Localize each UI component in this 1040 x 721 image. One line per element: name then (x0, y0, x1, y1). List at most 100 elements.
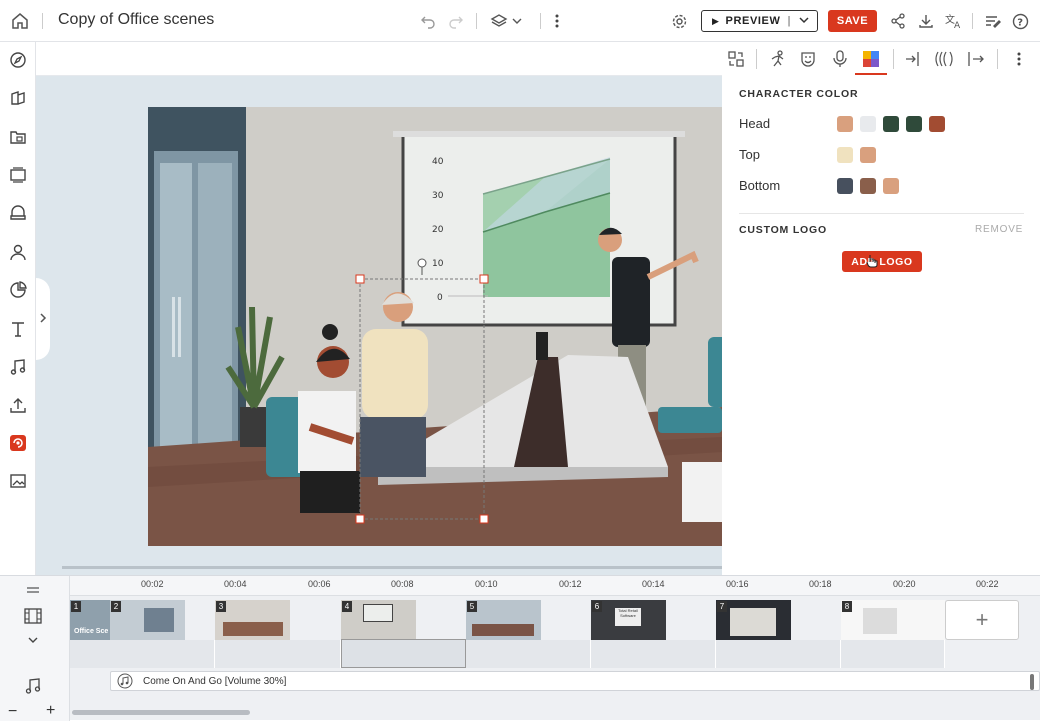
scene-canvas[interactable]: 40 30 20 10 0 (148, 107, 722, 546)
media-folder-icon[interactable] (5, 124, 31, 150)
expand-panel-tab[interactable] (36, 278, 50, 360)
redo-icon[interactable] (444, 9, 468, 33)
notes-icon[interactable] (980, 9, 1004, 33)
canvas-scrollbar[interactable] (62, 566, 722, 569)
head-color-swatch[interactable] (883, 116, 899, 132)
action-running-icon[interactable] (766, 48, 788, 70)
remove-logo-button[interactable]: REMOVE (975, 224, 1023, 235)
divider (997, 49, 998, 69)
scene-duration-bar[interactable] (591, 640, 716, 668)
ruler-tick-label: 00:22 (976, 579, 999, 589)
divider (476, 13, 477, 29)
undo-icon[interactable] (416, 9, 440, 33)
head-color-swatch[interactable] (929, 116, 945, 132)
download-icon[interactable] (914, 9, 938, 33)
ruler-tick-label: 00:20 (893, 579, 916, 589)
scene-thumbnail[interactable]: 7 (716, 600, 791, 640)
divider: | (787, 15, 792, 27)
compass-icon[interactable] (5, 47, 31, 73)
gear-icon[interactable] (667, 9, 691, 33)
save-button[interactable]: SAVE (828, 10, 877, 32)
divider (540, 13, 541, 29)
chevron-down-icon[interactable] (799, 15, 809, 27)
character-icon[interactable] (5, 239, 31, 265)
zoom-out-button[interactable]: − (8, 703, 17, 721)
add-logo-button[interactable]: ADD LOGO (842, 251, 922, 272)
scene-number: 5 (467, 601, 477, 612)
scenes-icon[interactable] (5, 162, 31, 188)
templates-icon[interactable] (5, 85, 31, 111)
bottom-color-swatch[interactable] (837, 178, 853, 194)
scene-thumbnail[interactable]: 3 (215, 600, 290, 640)
zoom-in-button[interactable]: + (46, 702, 55, 720)
add-scene-button[interactable]: + (945, 600, 1019, 640)
character-color-icon[interactable] (860, 48, 882, 70)
chevron-right-icon (39, 312, 47, 326)
expression-face-icon[interactable] (797, 48, 819, 70)
motion-path-icon[interactable] (933, 48, 955, 70)
scene-thumbnail[interactable]: 2 (110, 600, 185, 640)
timeline: − + 00:02 00:04 00:06 00:08 00:10 00:12 … (0, 575, 1040, 721)
chevron-down-icon[interactable] (28, 631, 38, 649)
divider (756, 49, 757, 69)
collapse-timeline-icon[interactable] (26, 580, 40, 598)
brand-icon[interactable] (5, 430, 31, 456)
more-vertical-icon[interactable] (1008, 48, 1030, 70)
svg-text:A: A (954, 21, 961, 29)
preview-button[interactable]: ▶ PREVIEW | (701, 10, 818, 32)
hand-cursor-icon (866, 254, 878, 273)
time-ruler[interactable]: 00:02 00:04 00:06 00:08 00:10 00:12 00:1… (70, 576, 1040, 596)
scene-duration-bar[interactable] (341, 639, 466, 668)
upload-icon[interactable] (5, 392, 31, 418)
divider (42, 13, 43, 29)
play-icon: ▶ (712, 15, 720, 26)
more-vertical-icon[interactable] (545, 9, 569, 33)
divider (972, 13, 973, 29)
exit-animation-icon[interactable] (965, 48, 987, 70)
enter-animation-icon[interactable] (902, 48, 924, 70)
canvas-area[interactable]: 40 30 20 10 0 (36, 76, 722, 575)
audio-clip[interactable]: Come On And Go [Volume 30%] (110, 671, 1040, 691)
film-strip-icon[interactable] (24, 608, 42, 629)
scene-thumbnail[interactable]: 4 (341, 600, 416, 640)
head-color-swatch[interactable] (860, 116, 876, 132)
head-color-swatch[interactable] (837, 116, 853, 132)
scene-number: 6 (592, 601, 602, 612)
top-color-swatch[interactable] (837, 147, 853, 163)
scene-thumbnail[interactable]: 6 Total Retail Software (591, 600, 666, 640)
scene-thumbnail[interactable]: 5 (466, 600, 541, 640)
scene-thumbnail[interactable]: 1 Office Sce (70, 600, 110, 640)
head-color-swatch[interactable] (906, 116, 922, 132)
help-icon[interactable]: ? (1008, 9, 1032, 33)
ruler-tick-label: 00:12 (559, 579, 582, 589)
timeline-scrollbar[interactable] (72, 710, 250, 715)
music-icon[interactable] (5, 354, 31, 380)
chart-tick-label: 40 (432, 157, 444, 167)
bottom-color-swatch[interactable] (860, 178, 876, 194)
scene-caption: Office Sce (74, 628, 109, 635)
bottom-color-swatch[interactable] (883, 178, 899, 194)
props-icon[interactable] (5, 200, 31, 226)
scene-duration-bar[interactable] (215, 640, 341, 668)
text-icon[interactable] (5, 316, 31, 342)
scene-duration-bar[interactable] (70, 640, 215, 668)
character-color-panel: CHARACTER COLOR Head Top Bottom CUSTOM L… (722, 76, 1040, 575)
microphone-icon[interactable] (829, 48, 851, 70)
top-color-swatch[interactable] (860, 147, 876, 163)
scene-duration-bar[interactable] (716, 640, 841, 668)
share-icon[interactable] (886, 9, 910, 33)
document-title[interactable]: Copy of Office scenes (58, 11, 214, 29)
top-label: Top (739, 147, 760, 162)
swap-icon[interactable] (725, 48, 747, 70)
home-icon[interactable] (8, 9, 32, 33)
charts-icon[interactable] (5, 277, 31, 303)
audio-trim-handle[interactable] (1030, 674, 1034, 690)
image-edit-icon[interactable] (5, 468, 31, 494)
layers-icon[interactable] (488, 9, 526, 33)
music-track-icon[interactable] (24, 677, 42, 700)
scene-duration-bar[interactable] (466, 640, 591, 668)
scene-duration-bar[interactable] (841, 640, 945, 668)
translate-icon[interactable]: 文A (942, 9, 966, 33)
scene-thumbnail[interactable]: 8 (841, 600, 945, 640)
left-sidebar (0, 42, 36, 575)
